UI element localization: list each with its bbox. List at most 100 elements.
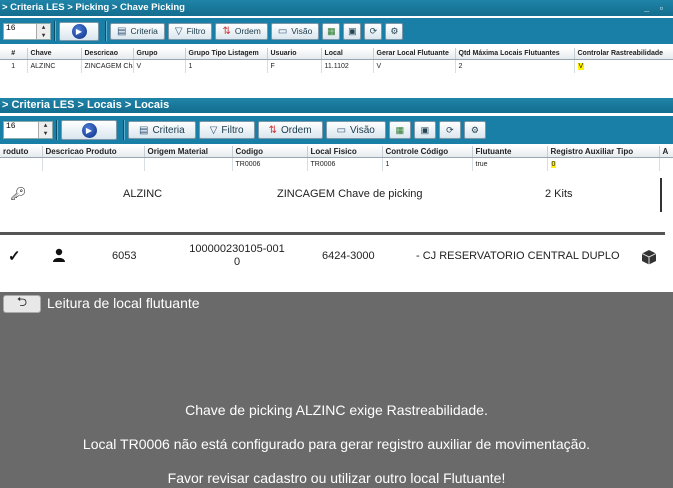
visao-button[interactable]: ▭ Visão (270, 22, 320, 40)
window2-breadcrumb: > Criteria LES > Locais > Locais (2, 99, 170, 111)
run-button[interactable]: ▶ (61, 120, 117, 140)
item-description: - CJ RESERVATORIO CENTRAL DUPLO (416, 250, 620, 262)
filtro-button[interactable]: ▽ Filtro (167, 22, 213, 40)
column-header[interactable]: Qtd Máxima Locais Flutuantes (455, 48, 575, 60)
ordem-button[interactable]: ⇅ Ordem (215, 22, 268, 40)
page-size-spinner[interactable]: 16 ▲ ▼ (3, 121, 53, 139)
key-icon: 🔑︎ (10, 186, 27, 201)
table-cell: 1 (0, 59, 28, 73)
page-size-value: 16 (6, 23, 16, 33)
column-header[interactable]: Chave (27, 48, 82, 60)
criteria-label: Criteria (130, 26, 158, 36)
column-header[interactable]: Codigo (232, 146, 308, 158)
column-header[interactable]: Local (321, 48, 374, 60)
column-header[interactable]: Flutuante (472, 146, 548, 158)
grid-header-row: # Chave Descricao Grupo Grupo Tipo Lista… (0, 48, 673, 60)
picking-key-row[interactable]: 🔑︎ ALZINC ZINCAGEM Chave de picking 2 Ki… (0, 178, 673, 212)
export-button[interactable]: ▦ (322, 22, 341, 40)
highlighted-value: 0 (550, 160, 557, 168)
toolbar-separator (105, 21, 107, 41)
refresh-icon: ⟳ (369, 25, 378, 36)
check-icon: ✓ (8, 248, 21, 265)
column-header[interactable]: Descricao Produto (42, 146, 145, 158)
refresh-button[interactable]: ⟳ (438, 121, 461, 139)
toolbar-separator (56, 120, 58, 140)
criteria-icon: ▤ (117, 25, 127, 37)
table-cell: TR0006 (232, 157, 308, 171)
visao-button[interactable]: ▭ Visão (325, 121, 386, 139)
grid-header-row: roduto Descricao Produto Origem Material… (0, 146, 673, 158)
table-cell: 11.1102 (321, 59, 374, 73)
row-divider (660, 178, 662, 212)
window1-toolbar: 16 ▲ ▼ ▶ ▤ Criteria ▽ Filtro ⇅ Ordem ▭ Vi… (0, 18, 673, 44)
export-button[interactable]: ▦ (388, 121, 411, 139)
column-header[interactable]: Local Fisico (307, 146, 383, 158)
column-header[interactable]: Controlar Rastreabilidade (574, 48, 673, 60)
tools-button[interactable]: ⚙ (385, 22, 404, 40)
toolbar-separator (54, 21, 56, 41)
chave-picking-grid: # Chave Descricao Grupo Grupo Tipo Lista… (0, 48, 673, 73)
column-header[interactable]: A (659, 146, 673, 158)
criteria-button[interactable]: ▤ Criteria (110, 22, 165, 40)
back-button[interactable]: ⮌ (3, 294, 41, 313)
window-controls[interactable]: _ ▫ (644, 0, 667, 16)
table-cell: 2 (455, 59, 575, 73)
ordem-button[interactable]: ⇅ Ordem (257, 121, 323, 139)
floating-location-overlay: ⮌ Leitura de local flutuante Chave de pi… (0, 292, 673, 488)
criteria-button[interactable]: ▤ Criteria (128, 121, 196, 139)
toolbar-separator (123, 120, 125, 140)
spreadsheet-icon: ▦ (327, 25, 336, 36)
table-cell: ALZINC (27, 59, 82, 73)
column-header[interactable]: Gerar Local Flutuante (373, 48, 456, 60)
item-id: 100000230105-001 0 (187, 243, 287, 269)
locais-grid: roduto Descricao Produto Origem Material… (0, 146, 673, 171)
spreadsheet-icon: ▦ (395, 124, 405, 135)
table-cell: V (373, 59, 456, 73)
message-line: Favor revisar cadastro ou utilizar outro… (167, 470, 506, 486)
table-cell: TR0006 (307, 157, 383, 171)
window1-titlebar: > Criteria LES > Picking > Chave Picking… (0, 0, 673, 16)
table-cell (659, 157, 673, 171)
column-header[interactable]: Descricao (81, 48, 134, 60)
column-header[interactable]: Registro Auxiliar Tipo (547, 146, 660, 158)
column-header[interactable]: Grupo (133, 48, 186, 60)
save-icon: ▣ (348, 25, 357, 36)
column-header[interactable]: roduto (0, 146, 43, 158)
column-header[interactable]: # (0, 48, 28, 60)
section-divider (0, 232, 665, 235)
table-row[interactable]: 1 ALZINC ZINCAGEM Cha V 1 F 11.1102 V 2 … (0, 59, 673, 73)
refresh-icon: ⟳ (446, 124, 454, 135)
run-button[interactable]: ▶ (59, 21, 99, 41)
page-size-spinner[interactable]: 16 ▲ ▼ (3, 22, 51, 40)
column-header[interactable]: Origem Material (144, 146, 233, 158)
page-size-value: 16 (6, 122, 16, 131)
table-cell (144, 157, 233, 171)
save-button[interactable]: ▣ (413, 121, 436, 139)
window2-titlebar: > Criteria LES > Locais > Locais (0, 98, 673, 113)
filter-icon: ▽ (209, 124, 218, 136)
play-icon: ▶ (71, 23, 87, 39)
message-line: Local TR0006 não está configurado para g… (82, 436, 591, 452)
view-icon: ▭ (277, 25, 288, 37)
column-header[interactable]: Grupo Tipo Listagem (185, 48, 268, 60)
picking-key-description: ZINCAGEM Chave de picking (277, 188, 423, 200)
item-id-line1: 100000230105-001 (189, 243, 285, 255)
tools-button[interactable]: ⚙ (463, 121, 486, 139)
sort-icon: ⇅ (268, 124, 278, 136)
item-number: 6053 (112, 250, 137, 262)
column-header[interactable]: Controle Código (382, 146, 473, 158)
item-row[interactable]: ✓ 6053 100000230105-001 0 6424-3000 - CJ… (0, 238, 673, 272)
spinner-arrows-icon[interactable]: ▲ ▼ (38, 122, 52, 138)
window2-toolbar: 16 ▲ ▼ ▶ ▤ Criteria ▽ Filtro ⇅ Ordem ▭ Vi… (0, 116, 673, 144)
filter-icon: ▽ (174, 25, 183, 37)
view-icon: ▭ (336, 124, 347, 136)
spinner-arrows-icon[interactable]: ▲ ▼ (36, 23, 50, 39)
picking-key-quantity: 2 Kits (545, 188, 573, 200)
table-row[interactable]: TR0006 TR0006 1 true 0 (0, 157, 673, 171)
tools-icon: ⚙ (390, 25, 399, 36)
column-header[interactable]: Usuario (267, 48, 322, 60)
visao-label: Visão (350, 124, 375, 136)
filtro-button[interactable]: ▽ Filtro (198, 121, 255, 139)
refresh-button[interactable]: ⟳ (364, 22, 383, 40)
save-button[interactable]: ▣ (343, 22, 362, 40)
